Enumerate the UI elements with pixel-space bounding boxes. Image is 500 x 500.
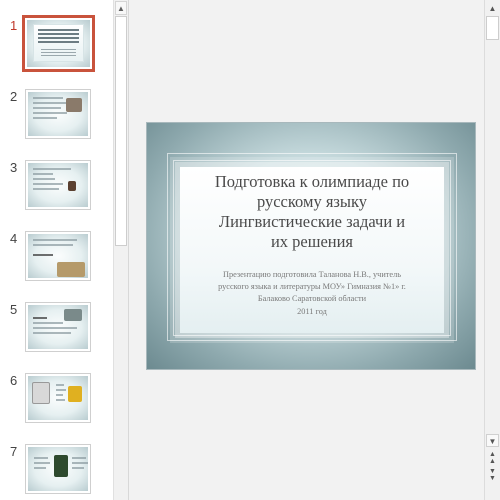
slide-thumbnail-1[interactable] — [22, 15, 95, 72]
slide-thumbnail-4[interactable] — [25, 231, 91, 281]
thumbnail-title-box — [33, 24, 84, 62]
thumbnail-scrollbar[interactable]: ▲ — [113, 0, 128, 500]
thumbnail-row-4[interactable]: 4 — [0, 231, 113, 293]
subtitle-line: Балаково Саратовской области — [257, 294, 367, 303]
thumbnail-image — [28, 234, 88, 278]
thumbnail-number: 1 — [10, 18, 18, 33]
slide-subtitle[interactable]: Презентацию подготовила Таланова Н.В., у… — [188, 269, 436, 305]
thumbnail-picture — [32, 382, 50, 404]
thumbnail-text — [72, 457, 88, 472]
thumbnail-row-5[interactable]: 5 — [0, 302, 113, 364]
slide-thumbnail-2[interactable] — [25, 89, 91, 139]
thumbnail-number: 3 — [10, 160, 18, 175]
previous-slide-icon[interactable]: ▲ ▲ — [486, 451, 499, 465]
subtitle-line: Презентацию подготовила Таланова Н.В., у… — [222, 270, 402, 279]
thumbnail-picture — [57, 262, 85, 277]
thumbnail-picture — [54, 455, 68, 477]
slide-title[interactable]: Подготовка к олимпиаде по русскому языку… — [184, 172, 440, 252]
editor-scrollbar[interactable]: ▲ ▼ ▲ ▲ ▼ ▼ — [484, 0, 500, 500]
slide-editor-area: Подготовка к олимпиаде по русскому языку… — [128, 0, 484, 500]
next-slide-icon[interactable]: ▼ ▼ — [486, 468, 499, 482]
thumbnail-text — [34, 457, 50, 472]
slide-thumbnail-6[interactable] — [25, 373, 91, 423]
thumbnail-picture — [64, 309, 82, 321]
thumbnail-row-7[interactable]: 7 — [0, 444, 113, 500]
title-line: их решения — [270, 232, 354, 251]
title-line: русскому языку — [256, 192, 368, 211]
thumbnail-image — [27, 20, 90, 67]
slide-thumbnail-pane: 1 2 3 4 5 6 7 — [0, 0, 113, 500]
thumbnail-number: 6 — [10, 373, 18, 388]
current-slide[interactable]: Подготовка к олимпиаде по русскому языку… — [146, 122, 476, 370]
thumbnail-text — [56, 384, 66, 404]
title-line: Подготовка к олимпиаде по — [214, 172, 410, 191]
thumbnail-row-2[interactable]: 2 — [0, 89, 113, 151]
thumbnail-picture — [68, 181, 76, 191]
scroll-down-arrow-icon[interactable]: ▼ — [486, 434, 499, 447]
thumbnail-image — [28, 163, 88, 207]
thumbnail-image — [28, 376, 88, 420]
scroll-up-arrow-icon[interactable]: ▲ — [486, 2, 499, 15]
thumbnail-scroll-thumb[interactable] — [115, 16, 127, 246]
thumbnail-picture — [66, 98, 82, 112]
thumbnail-row-3[interactable]: 3 — [0, 160, 113, 222]
title-placeholder[interactable]: Подготовка к олимпиаде по русскому языку… — [180, 167, 444, 333]
thumbnail-subtitle-lines — [41, 49, 76, 50]
slide-year: 2011 год — [297, 307, 327, 316]
title-line: Лингвистические задачи и — [218, 212, 406, 231]
thumbnail-image — [28, 305, 88, 349]
slide-thumbnail-5[interactable] — [25, 302, 91, 352]
thumbnail-number: 5 — [10, 302, 18, 317]
thumbnail-number: 7 — [10, 444, 18, 459]
thumbnail-title-lines — [38, 29, 79, 31]
slide-thumbnail-7[interactable] — [25, 444, 91, 494]
scroll-up-arrow-icon[interactable]: ▲ — [115, 1, 127, 15]
subtitle-line: русского языка и литературы МОУ» Гимнази… — [218, 282, 406, 291]
slide-thumbnail-3[interactable] — [25, 160, 91, 210]
thumbnail-number: 4 — [10, 231, 18, 246]
editor-scroll-thumb[interactable] — [486, 16, 499, 40]
thumbnail-text — [33, 168, 73, 193]
thumbnail-row-1[interactable]: 1 — [0, 15, 113, 80]
thumbnail-row-6[interactable]: 6 — [0, 373, 113, 435]
thumbnail-text — [33, 239, 77, 259]
thumbnail-image — [28, 447, 88, 491]
thumbnail-number: 2 — [10, 89, 18, 104]
thumbnail-picture — [68, 386, 82, 402]
thumbnail-image — [28, 92, 88, 136]
